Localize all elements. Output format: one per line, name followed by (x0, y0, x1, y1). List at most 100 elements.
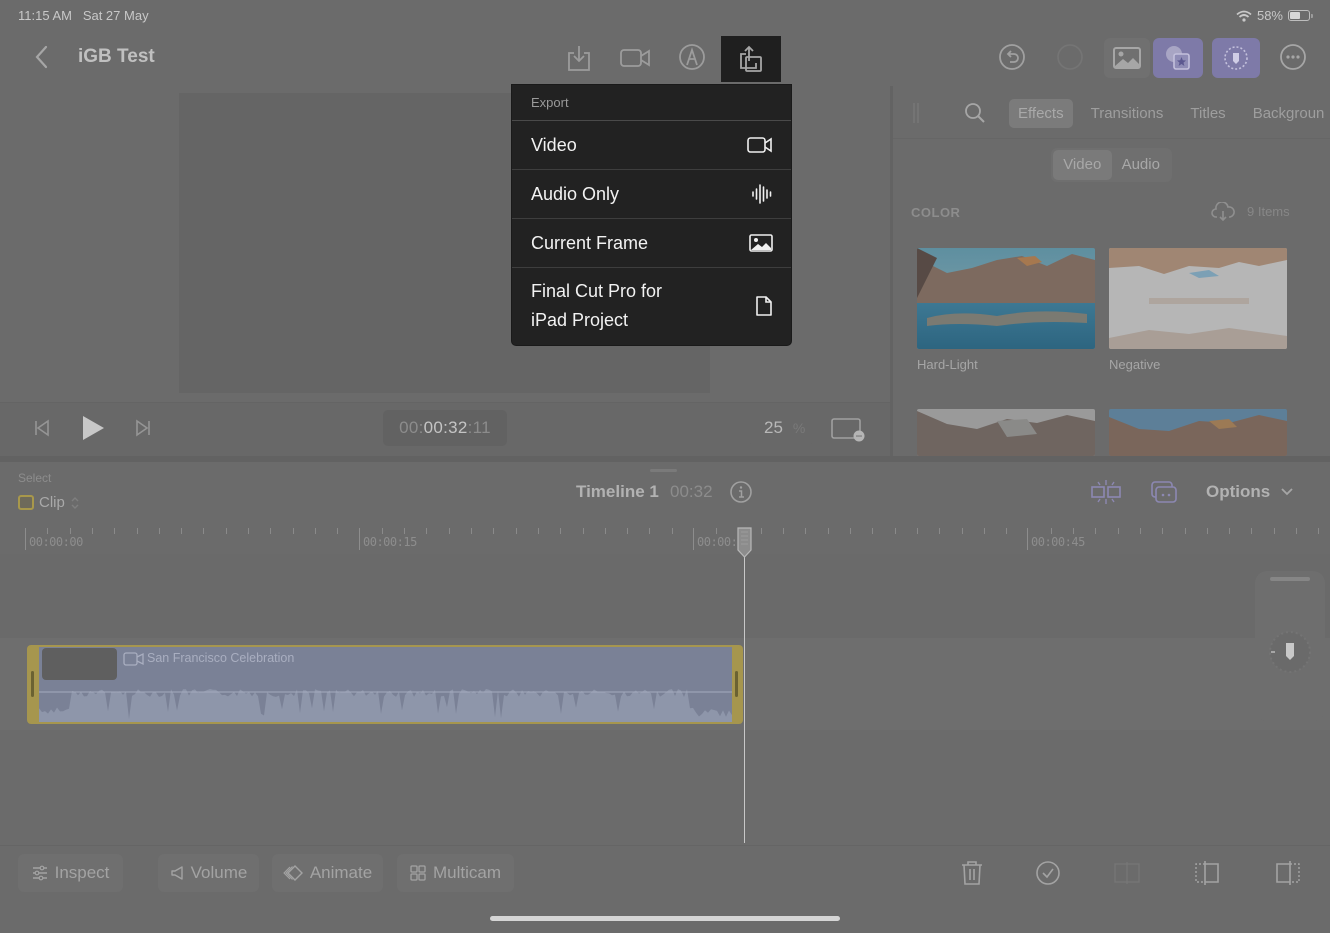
keyframe-icon (283, 865, 303, 881)
chevron-down-icon (1281, 488, 1293, 496)
tab-backgrounds[interactable]: Backgroun (1244, 99, 1330, 128)
effect-thumb-hard-light[interactable] (917, 248, 1095, 349)
more-button[interactable] (1275, 39, 1311, 75)
export-current-frame-item[interactable]: Current Frame (512, 219, 791, 268)
select-label: Select (18, 471, 52, 485)
inspector-button[interactable] (1212, 38, 1260, 78)
clip-trim-handle-left[interactable] (31, 671, 34, 697)
clip-trim-handle-right[interactable] (735, 671, 738, 697)
import-button[interactable] (561, 40, 597, 76)
stacked-clips-icon (1151, 481, 1177, 503)
skip-forward-button[interactable] (133, 418, 153, 438)
zoom-panel-grabber[interactable] (1270, 577, 1310, 581)
photos-button[interactable] (1104, 38, 1150, 78)
export-share-button[interactable] (721, 36, 781, 82)
snapping-button[interactable] (1089, 478, 1123, 506)
effects-browser-button[interactable] (1153, 38, 1203, 78)
zoom-dial-icon[interactable] (1267, 629, 1313, 675)
tab-titles[interactable]: Titles (1181, 99, 1234, 128)
menu-item-label: Video (531, 134, 577, 155)
back-button[interactable] (30, 42, 54, 72)
app-root: 11:15 AM Sat 27 May 58% iGB Test 00: 00:… (0, 0, 1330, 933)
viewer-zoom-field[interactable]: 25 % (750, 410, 812, 446)
effect-thumb-negative[interactable] (1109, 248, 1287, 349)
battery-percent: 58% (1256, 8, 1283, 23)
segment-video[interactable]: Video (1053, 150, 1112, 180)
wifi-icon (1236, 10, 1252, 22)
playhead-icon (737, 527, 752, 558)
ruler-minor-tick (761, 528, 762, 534)
playhead-line[interactable] (744, 555, 745, 843)
ruler-minor-tick (337, 528, 338, 534)
ruler-minor-tick (1296, 528, 1297, 534)
play-button[interactable] (81, 414, 105, 442)
ruler-minor-tick (850, 528, 851, 534)
timeline-zoom-panel[interactable] (1255, 571, 1325, 721)
segment-audio[interactable]: Audio (1112, 150, 1171, 180)
trim-start-button[interactable] (1193, 860, 1221, 886)
ruler-minor-tick (226, 528, 227, 534)
export-fcp-project-item[interactable]: Final Cut Pro for iPad Project (512, 268, 791, 344)
delete-button[interactable] (960, 860, 984, 886)
tab-transitions[interactable]: Transitions (1082, 99, 1173, 128)
ruler-minor-tick (137, 528, 138, 534)
ruler-minor-tick (872, 528, 873, 534)
ruler-label: 00:00:15 (363, 535, 417, 549)
ruler-minor-tick (538, 528, 539, 534)
ruler-minor-tick (1318, 528, 1319, 534)
effect-thumb-3[interactable] (917, 409, 1095, 456)
ruler-minor-tick (605, 528, 606, 534)
select-mode-picker[interactable]: Clip (18, 494, 80, 511)
ruler-minor-tick (382, 528, 383, 534)
timeline-options-button[interactable]: Options (1206, 482, 1294, 502)
project-title: iGB Test (78, 46, 155, 67)
camera-icon (620, 49, 650, 67)
timeline-info-button[interactable] (729, 480, 753, 504)
timeline-divider[interactable] (0, 456, 1330, 462)
redo-button[interactable] (1052, 39, 1088, 75)
viewer-options-button[interactable] (830, 416, 866, 444)
landscape-thumbnail (1109, 248, 1287, 349)
timecode-display[interactable]: 00: 00:32:11 (383, 410, 507, 446)
media-type-segmented-control: Video Audio (1051, 148, 1172, 182)
clock: 11:15 AM (18, 8, 72, 23)
effect-label: Hard-Light (917, 357, 978, 372)
effect-thumb-4[interactable] (1109, 409, 1287, 456)
detach-button[interactable] (1113, 860, 1141, 886)
ruler-major-tick (1027, 528, 1028, 550)
timeline-ruler[interactable]: 00:00:00 00:00:15 00:00:30 00:00:45 (0, 524, 1330, 554)
sidebar-grip-icon[interactable] (913, 103, 919, 123)
tab-effects[interactable]: Effects (1009, 98, 1073, 128)
trim-end-button[interactable] (1274, 860, 1302, 886)
options-label: Options (1206, 482, 1271, 501)
skip-back-button[interactable] (32, 418, 52, 438)
skip-forward-icon (136, 419, 150, 437)
resize-grabber[interactable] (650, 469, 677, 472)
undo-button[interactable] (994, 39, 1030, 75)
import-icon (568, 46, 590, 71)
home-indicator[interactable] (490, 916, 840, 921)
ruler-minor-tick (404, 528, 405, 534)
browser-search-button[interactable] (964, 102, 986, 124)
export-audio-only-item[interactable]: Audio Only (512, 170, 791, 219)
ruler-minor-tick (1118, 528, 1119, 534)
animate-button[interactable]: Animate (272, 854, 383, 892)
export-video-item[interactable]: Video (512, 121, 791, 170)
playhead-handle[interactable] (736, 526, 753, 558)
confirm-button[interactable] (1035, 860, 1061, 886)
volume-button[interactable]: Volume (158, 854, 259, 892)
ruler-minor-tick (270, 528, 271, 534)
camera-button[interactable] (617, 40, 653, 76)
grid-icon (410, 865, 426, 881)
export-menu: Export Video Audio Only Current Frame Fi… (512, 85, 791, 345)
ruler-minor-tick (649, 528, 650, 534)
multicam-button[interactable]: Multicam (397, 854, 514, 892)
clip-connections-button[interactable] (1149, 478, 1179, 506)
inspect-button[interactable]: Inspect (18, 854, 123, 892)
zoom-unit: % (792, 420, 806, 436)
voiceover-button[interactable] (674, 39, 710, 75)
download-button[interactable] (1211, 202, 1235, 222)
ruler-minor-tick (1229, 528, 1230, 534)
redo-icon (1057, 44, 1083, 70)
button-label: Inspect (54, 863, 110, 882)
